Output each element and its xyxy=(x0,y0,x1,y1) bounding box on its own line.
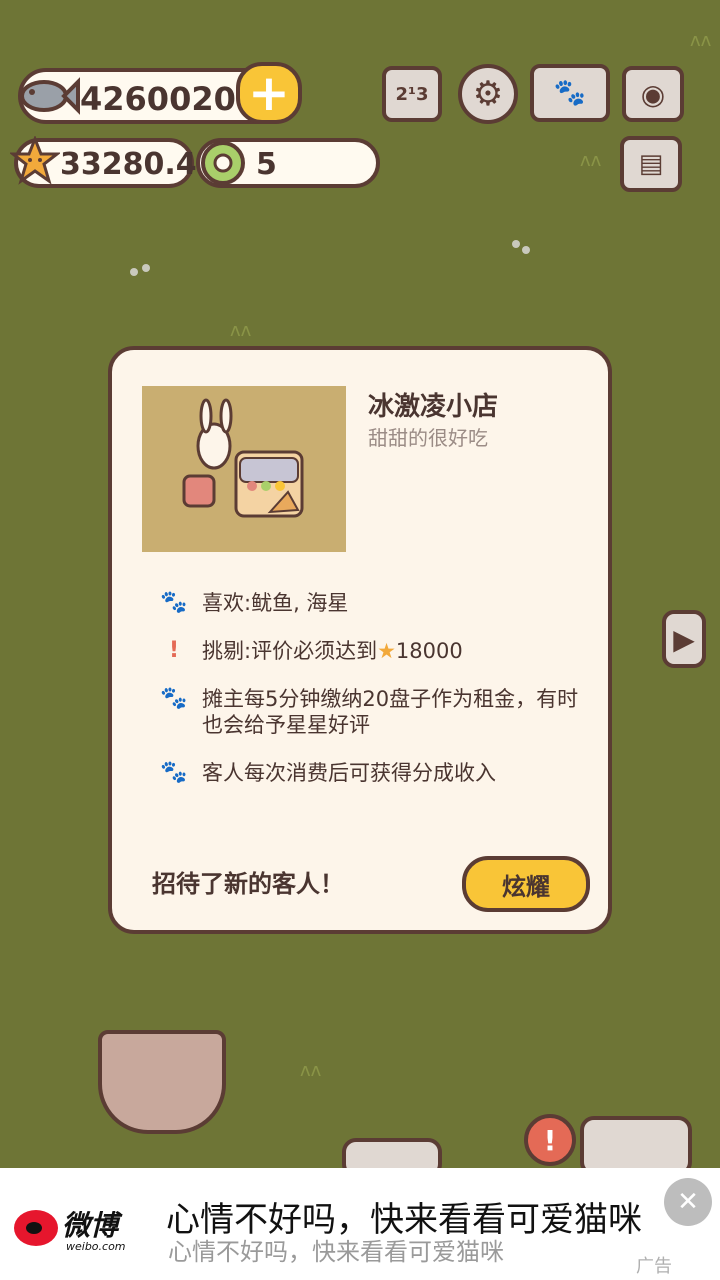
ring-currency-pill: 5 xyxy=(196,138,380,188)
shop-info-dialog: 冰激凌小店 甜甜的很好吃 🐾 喜欢:鱿鱼, 海星 ! 挑剔:评价必须达到★180… xyxy=(108,346,612,934)
star-face-icon xyxy=(10,136,60,185)
grass-tuft: ʌʌ xyxy=(580,150,602,171)
ice-cream-shop-image xyxy=(182,398,304,518)
ranking-icon[interactable]: 2¹3 xyxy=(382,66,442,122)
fish-count: 4260020 xyxy=(80,80,236,118)
pebble xyxy=(512,240,520,248)
next-arrow-button[interactable]: ▶ xyxy=(662,610,706,668)
show-off-button[interactable]: 炫耀 xyxy=(462,856,590,912)
trait-income: 🐾 客人每次消费后可获得分成收入 xyxy=(160,760,590,786)
trait-text: 摊主每5分钟缴纳20盘子作为租金，有时也会给予星星好评 xyxy=(202,687,579,737)
trait-picky: ! 挑剔:评价必须达到★18000 xyxy=(160,638,590,664)
camera-icon[interactable]: ◉ xyxy=(622,66,684,122)
exclamation-icon: ! xyxy=(168,638,180,663)
newspaper-icon[interactable]: ▤ xyxy=(620,136,682,192)
bottom-menu-slot[interactable] xyxy=(580,1116,692,1176)
trait-text: 挑剔:评价必须达到★18000 xyxy=(202,639,463,663)
ad-subtitle: 心情不好吗，快来看看可爱猫咪 xyxy=(168,1238,504,1266)
star-icon: ★ xyxy=(377,639,396,663)
weibo-logo: 微博 weibo.com xyxy=(14,1204,134,1254)
paw-icon: 🐾 xyxy=(160,590,188,615)
trait-text: 喜欢:鱿鱼, 海星 xyxy=(202,591,349,615)
ring-count: 5 xyxy=(256,147,277,182)
grass-tuft: ʌʌ xyxy=(300,1060,322,1081)
star-rating-pill: 33280.4 xyxy=(10,136,197,188)
pebble xyxy=(142,264,150,272)
grass-tuft: ʌʌ xyxy=(230,320,252,341)
add-fish-button[interactable]: + xyxy=(236,62,302,124)
fish-icon xyxy=(20,77,80,115)
star-rating-value: 33280.4 xyxy=(60,147,197,182)
ring-icon xyxy=(201,141,245,185)
pebble xyxy=(522,246,530,254)
shop-illustration xyxy=(142,386,346,552)
paw-icon: 🐾 xyxy=(160,686,188,711)
close-icon[interactable]: ✕ xyxy=(664,1178,712,1226)
trait-text: 客人每次消费后可获得分成收入 xyxy=(202,761,496,785)
new-guest-message: 招待了新的客人！ xyxy=(152,870,344,898)
cat-book-icon[interactable]: 🐾 xyxy=(530,64,610,122)
shop-subtitle: 甜甜的很好吃 xyxy=(368,426,488,450)
ad-brand: 微博 xyxy=(62,1209,119,1242)
grass-tuft: ʌʌ xyxy=(690,30,712,51)
shop-title: 冰激凌小店 xyxy=(368,392,499,422)
weibo-eye-icon xyxy=(14,1210,58,1246)
ad-tag: 广告 xyxy=(636,1256,672,1277)
teacup-decoration xyxy=(98,1030,226,1134)
trait-likes: 🐾 喜欢:鱿鱼, 海星 xyxy=(160,590,590,616)
pebble xyxy=(130,268,138,276)
alert-icon[interactable]: ! xyxy=(524,1114,576,1166)
ad-domain: weibo.com xyxy=(66,1240,126,1253)
trait-rent: 🐾 摊主每5分钟缴纳20盘子作为租金，有时也会给予星星好评 xyxy=(160,686,590,738)
settings-gear-icon[interactable]: ⚙ xyxy=(458,64,518,124)
ad-banner[interactable]: 微博 weibo.com 心情不好吗，快来看看可爱猫咪 心情不好吗，快来看看可爱… xyxy=(0,1168,720,1280)
paw-icon: 🐾 xyxy=(160,760,188,785)
